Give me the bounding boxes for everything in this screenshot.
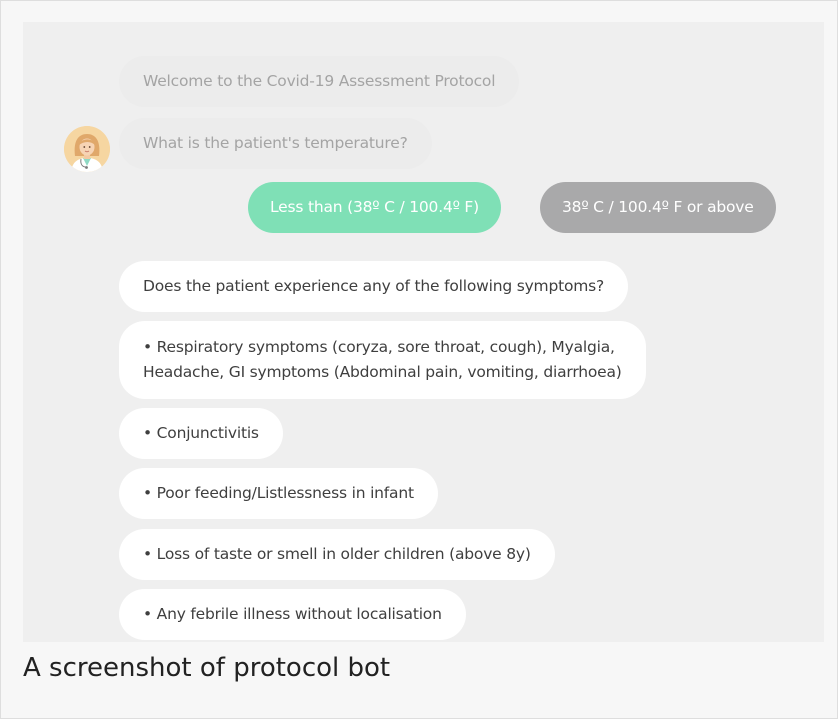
symptom-conjunctivitis: • Conjunctivitis [119,408,283,459]
chat-screen: Welcome to the Covid-19 Assessment Proto… [23,22,824,642]
symptom-respiratory-line2: Headache, GI symptoms (Abdominal pain, v… [143,363,622,381]
temperature-question: What is the patient's temperature? [119,118,432,169]
figure-caption: A screenshot of protocol bot [23,653,391,683]
symptom-respiratory-line1: • Respiratory symptoms (coryza, sore thr… [143,338,615,356]
symptom-poor-feeding: • Poor feeding/Listlessness in infant [119,468,438,519]
symptom-febrile-illness: • Any febrile illness without localisati… [119,589,466,640]
welcome-message: Welcome to the Covid-19 Assessment Proto… [119,56,520,107]
option-38-or-above-button[interactable]: 38º C / 100.4º F or above [540,182,776,233]
option-below-38-button[interactable]: Less than (38º C / 100.4º F) [248,182,501,233]
symptoms-question: Does the patient experience any of the f… [119,261,629,312]
doctor-avatar-icon [64,126,110,172]
symptom-loss-of-taste: • Loss of taste or smell in older childr… [119,529,555,580]
figure-frame: Welcome to the Covid-19 Assessment Proto… [0,0,838,719]
symptom-respiratory: • Respiratory symptoms (coryza, sore thr… [119,321,646,399]
doctor-avatar-graphic [64,126,110,172]
